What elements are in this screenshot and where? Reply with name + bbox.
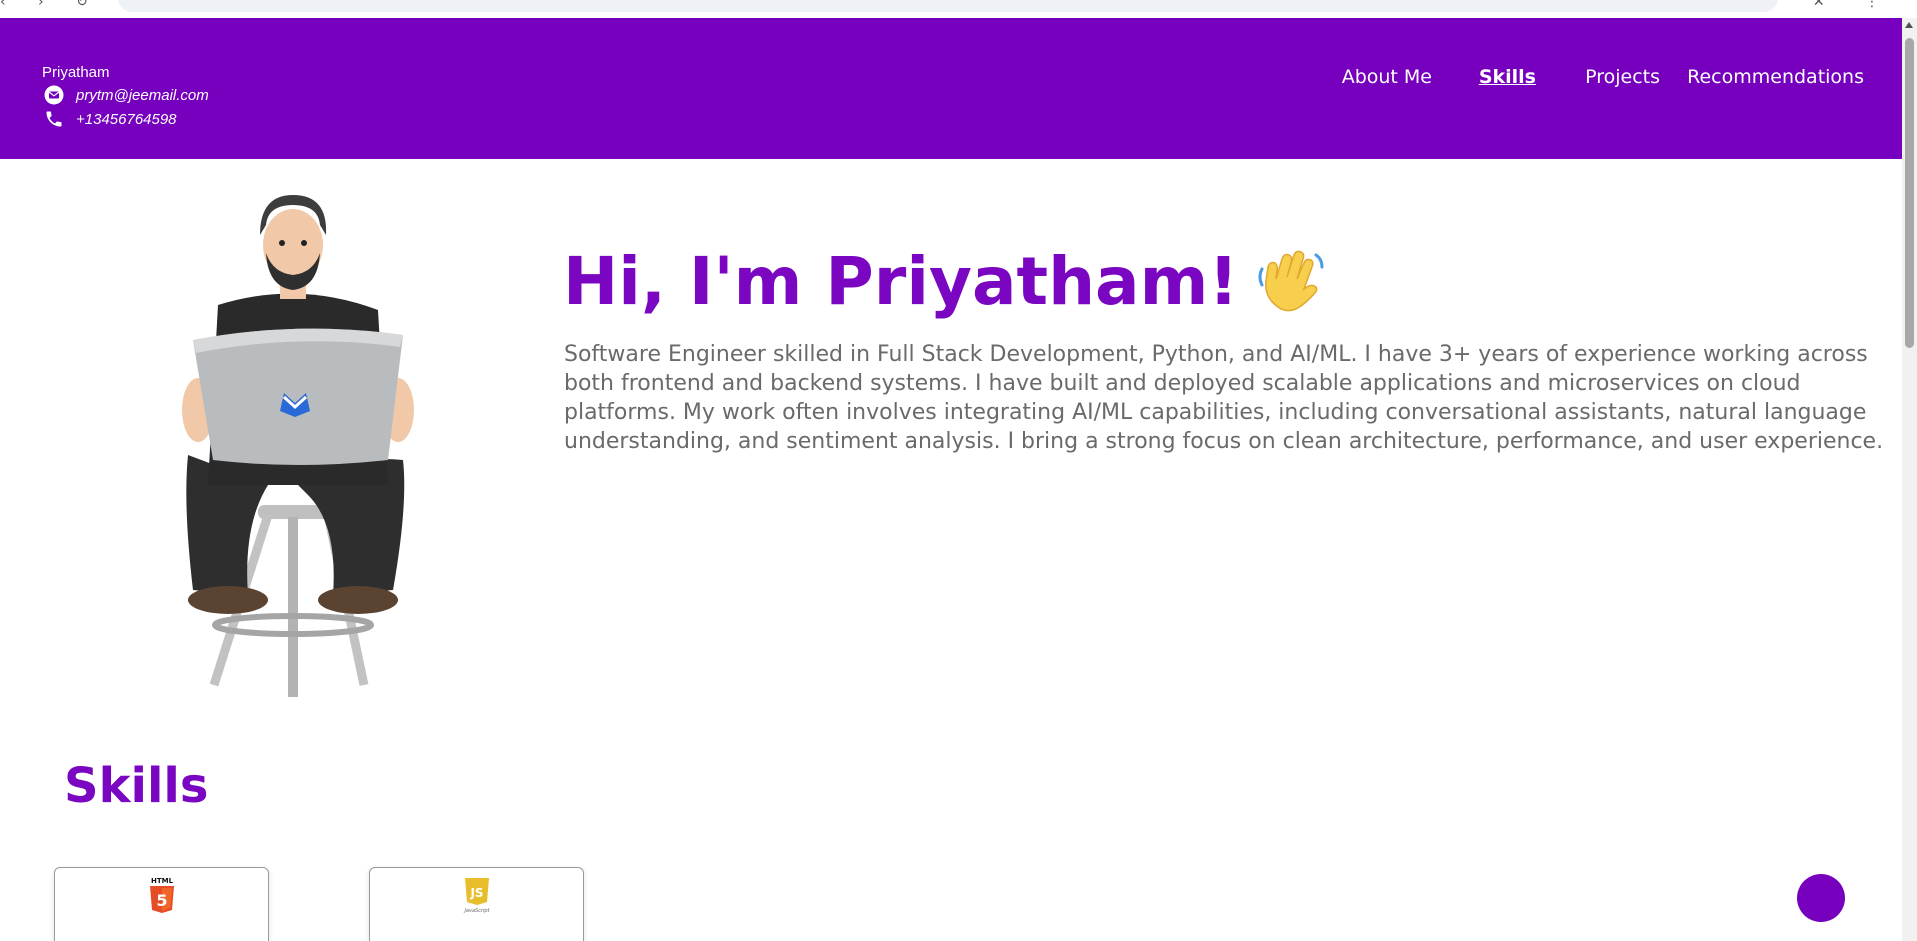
hero-title-text: Hi, I'm Priyatham! xyxy=(563,243,1239,320)
skills-heading: Skills xyxy=(64,758,209,814)
nav-skills[interactable]: Skills xyxy=(1479,66,1536,88)
chat-fab-button[interactable] xyxy=(1797,874,1845,922)
page-scrollbar[interactable] xyxy=(1902,18,1917,941)
site-header: Priyatham prytm@jeemail.com +13456764598… xyxy=(0,18,1902,159)
email-icon xyxy=(42,84,66,106)
contact-phone: +13456764598 xyxy=(42,108,177,130)
email-text[interactable]: prytm@jeemail.com xyxy=(76,87,209,104)
html5-badge-number: 5 xyxy=(156,891,167,910)
contact-email: prytm@jeemail.com xyxy=(42,84,209,106)
scrollbar-thumb[interactable] xyxy=(1905,38,1914,348)
skill-card-javascript[interactable]: JS JavaScript xyxy=(369,867,584,941)
browser-menu-icons[interactable]: ✕ ⋮ xyxy=(1813,0,1897,10)
address-bar[interactable] xyxy=(118,0,1778,12)
waving-hand-icon xyxy=(1256,247,1326,317)
html5-badge-text: HTML xyxy=(150,877,173,885)
nav-projects[interactable]: Projects xyxy=(1585,66,1660,88)
scroll-up-arrow-icon[interactable] xyxy=(1905,22,1913,28)
hero-title: Hi, I'm Priyatham! xyxy=(563,243,1326,320)
phone-icon xyxy=(42,108,66,130)
avatar-illustration xyxy=(168,195,428,710)
nav-recommendations[interactable]: Recommendations xyxy=(1687,66,1864,88)
brand-name: Priyatham xyxy=(42,64,110,81)
html5-icon: HTML 5 xyxy=(147,876,177,918)
skill-card-html5[interactable]: HTML 5 xyxy=(54,867,269,941)
nav-about-me[interactable]: About Me xyxy=(1342,66,1432,88)
browser-toolbar: ‹ › ↻ ✕ ⋮ xyxy=(0,0,1917,18)
js-badge-text: JS xyxy=(469,886,483,900)
phone-text[interactable]: +13456764598 xyxy=(76,111,177,128)
browser-nav-icons[interactable]: ‹ › ↻ xyxy=(0,0,102,10)
hero-description: Software Engineer skilled in Full Stack … xyxy=(564,342,1884,454)
javascript-icon: JS JavaScript xyxy=(462,876,492,918)
js-caption: JavaScript xyxy=(463,908,490,914)
